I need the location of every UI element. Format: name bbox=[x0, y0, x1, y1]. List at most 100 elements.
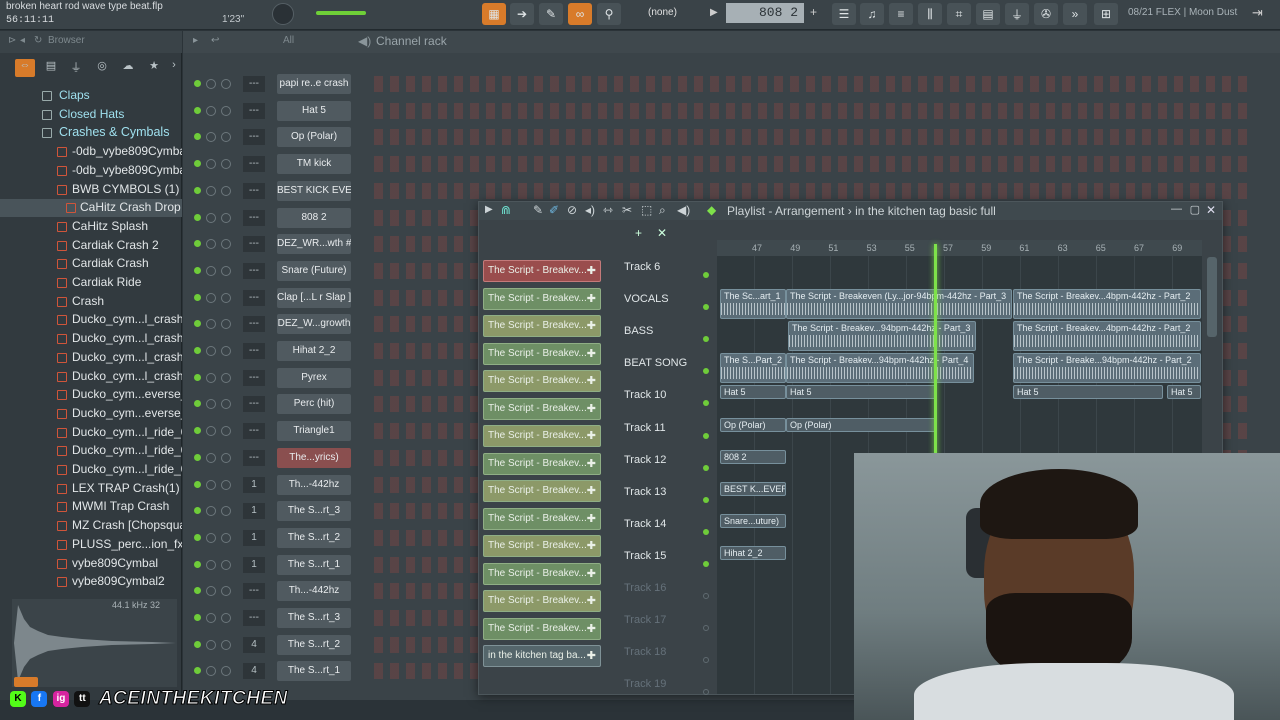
piano-roll-button[interactable]: ♫ bbox=[860, 3, 884, 25]
arrangement-name[interactable]: in the kitchen tag basic full bbox=[855, 204, 996, 218]
pattern-clip-source[interactable]: The Script - Breakev... ✚ bbox=[483, 617, 601, 640]
channel-pan-knob[interactable] bbox=[206, 346, 216, 356]
channel-pan-knob[interactable] bbox=[206, 239, 216, 250]
browser-item[interactable]: PLUSS_perc...ion_fx_06 bbox=[0, 536, 182, 554]
add-pattern-icon[interactable]: ✚ bbox=[587, 622, 596, 635]
brush-icon[interactable]: ✐ bbox=[549, 203, 559, 217]
browser-item[interactable]: -0db_vybe809Cymbal2 bbox=[0, 162, 182, 180]
plugin-button[interactable]: ⏚ bbox=[1005, 3, 1029, 25]
playlist-clip[interactable]: Snare...uture) bbox=[720, 513, 786, 528]
pattern-clip-source[interactable]: The Script - Breakev... ✚ bbox=[483, 425, 601, 447]
channel-pan-knob[interactable] bbox=[206, 319, 216, 330]
channel-name-button[interactable]: 808 2 bbox=[277, 207, 351, 228]
add-pattern-icon[interactable]: ✚ bbox=[587, 292, 596, 305]
pattern-selector[interactable]: (none) bbox=[642, 4, 706, 22]
channel-volume-knob[interactable] bbox=[221, 79, 231, 89]
track-header[interactable]: Track 12 bbox=[622, 450, 717, 482]
playlist-clip[interactable]: The Script - Breakeven (Ly...jor-94bpm-4… bbox=[786, 289, 1012, 320]
channel-pan-knob[interactable] bbox=[206, 426, 216, 437]
browser-item[interactable]: -0db_vybe809Cymbal bbox=[0, 143, 182, 161]
shop-button[interactable]: ⊞ bbox=[1094, 3, 1118, 25]
track-mute-led[interactable] bbox=[703, 496, 709, 503]
step-sequencer-row[interactable] bbox=[374, 76, 1254, 92]
channel-name-button[interactable]: Hihat 2_2 bbox=[277, 341, 351, 361]
track-mute-led[interactable] bbox=[703, 593, 709, 599]
track-mute-led[interactable] bbox=[703, 400, 709, 407]
channel-volume-knob[interactable] bbox=[221, 105, 231, 116]
channel-volume-knob[interactable] bbox=[221, 666, 231, 677]
pattern-song-toggle[interactable]: ▦ bbox=[482, 3, 506, 25]
pattern-clip-source[interactable]: The Script - Breakev... ✚ bbox=[483, 370, 601, 392]
channel-mixer-track[interactable]: 1 bbox=[243, 476, 265, 493]
track-header[interactable]: Track 19 bbox=[622, 674, 717, 706]
current-project-button[interactable]: ▤ bbox=[41, 59, 61, 77]
track-mute-led[interactable] bbox=[703, 336, 709, 343]
metronome-button[interactable]: ⚲ bbox=[597, 3, 621, 25]
link-button[interactable]: ∞ bbox=[568, 3, 592, 25]
channel-volume-knob[interactable] bbox=[221, 265, 231, 276]
channel-pan-knob[interactable] bbox=[206, 506, 216, 517]
channel-mute-led[interactable] bbox=[194, 347, 201, 354]
play-arrow-icon[interactable]: ▶ bbox=[710, 7, 718, 18]
channel-mixer-track[interactable]: --- bbox=[243, 316, 265, 333]
browser-item[interactable]: Ducko_cym...l_crash_01 bbox=[0, 311, 182, 329]
snap-button[interactable]: ➔ bbox=[510, 3, 534, 25]
channel-pan-knob[interactable] bbox=[206, 559, 216, 570]
channel-volume-knob[interactable] bbox=[221, 372, 231, 383]
playlist-clip[interactable]: Op (Polar) bbox=[720, 417, 786, 432]
channel-mixer-track[interactable]: --- bbox=[243, 102, 265, 119]
add-pattern-icon[interactable]: ✚ bbox=[587, 649, 596, 662]
playlist-clip[interactable]: The S...Part_2 bbox=[720, 353, 786, 384]
channel-name-button[interactable]: Snare (Future) bbox=[277, 260, 351, 281]
channel-rack-button[interactable]: ≡ bbox=[889, 3, 913, 25]
channel-volume-knob[interactable] bbox=[221, 346, 231, 356]
browser-item[interactable]: Cardiak Crash 2 bbox=[0, 237, 182, 255]
channel-mixer-track[interactable]: 1 bbox=[243, 529, 265, 546]
channel-mixer-track[interactable]: --- bbox=[243, 396, 265, 413]
channel-pan-knob[interactable] bbox=[206, 613, 216, 623]
browser-item[interactable]: vybe809Cymbal2 bbox=[0, 573, 182, 591]
tools-button[interactable]: ✇ bbox=[1034, 3, 1058, 25]
playlist-clip[interactable]: Hat 5 bbox=[786, 385, 936, 400]
playlist-clip[interactable]: Hat 5 bbox=[720, 385, 786, 400]
channel-volume-knob[interactable] bbox=[221, 399, 231, 410]
sounds-button[interactable]: ◎ bbox=[92, 59, 112, 77]
track-header[interactable]: Track 16 bbox=[622, 578, 717, 610]
channel-name-button[interactable]: The S...rt_2 bbox=[277, 634, 351, 655]
channel-volume-knob[interactable] bbox=[221, 132, 231, 143]
browser-item[interactable]: Ducko_cym...l_ride_01 bbox=[0, 424, 182, 442]
news-icon[interactable]: ⇥ bbox=[1252, 5, 1263, 21]
channel-volume-knob[interactable] bbox=[221, 613, 231, 623]
channel-name-button[interactable]: Clap [...L r Slap ] bbox=[277, 287, 351, 308]
playlist-clip[interactable]: BEST K...EVER bbox=[720, 481, 786, 496]
channel-mixer-track[interactable]: --- bbox=[243, 423, 265, 440]
browser-item[interactable]: vybe809Cymbal bbox=[0, 555, 182, 573]
channel-name-button[interactable]: The S...rt_3 bbox=[277, 608, 351, 628]
pattern-clip-source[interactable]: The Script - Breakev... ✚ bbox=[483, 342, 601, 365]
browser-item[interactable]: Claps bbox=[0, 87, 182, 105]
browser-item[interactable]: Cardiak Crash bbox=[0, 255, 182, 273]
pattern-clip-source[interactable]: The Script - Breakev... ✚ bbox=[483, 562, 601, 585]
browser-item[interactable]: MZ Crash [Chopsquad] bbox=[0, 517, 182, 535]
browser-item[interactable]: Ducko_cym...everse_01 bbox=[0, 386, 182, 404]
browser-item[interactable]: CaHitz Splash bbox=[0, 218, 182, 236]
browser-item[interactable]: Ducko_cym...l_crash_02 bbox=[0, 330, 182, 348]
pattern-clip-source[interactable]: The Script - Breakev... ✚ bbox=[483, 315, 601, 337]
tool-button[interactable]: ✎ bbox=[539, 3, 563, 25]
channel-pan-knob[interactable] bbox=[206, 212, 216, 223]
track-header[interactable]: Track 13 bbox=[622, 482, 717, 514]
speaker-icon[interactable]: ◀) bbox=[358, 34, 371, 48]
channel-name-button[interactable]: papi re..e crash bbox=[277, 74, 351, 94]
channel-pan-knob[interactable] bbox=[206, 265, 216, 276]
channel-mixer-track[interactable]: 4 bbox=[243, 663, 265, 680]
channel-mixer-track[interactable]: --- bbox=[243, 610, 265, 626]
channel-pan-knob[interactable] bbox=[206, 586, 216, 597]
browser-item[interactable]: Ducko_cym...everse_02 bbox=[0, 405, 182, 423]
channel-mixer-track[interactable]: --- bbox=[243, 369, 265, 386]
plugin-database-button[interactable]: ⏚ bbox=[66, 59, 86, 77]
channel-name-button[interactable]: Op (Polar) bbox=[277, 127, 351, 148]
track-header[interactable]: BASS bbox=[622, 321, 717, 353]
master-pitch-knob[interactable] bbox=[272, 3, 294, 25]
channel-mute-led[interactable] bbox=[194, 560, 201, 568]
channel-name-button[interactable]: The S...rt_1 bbox=[277, 554, 351, 575]
